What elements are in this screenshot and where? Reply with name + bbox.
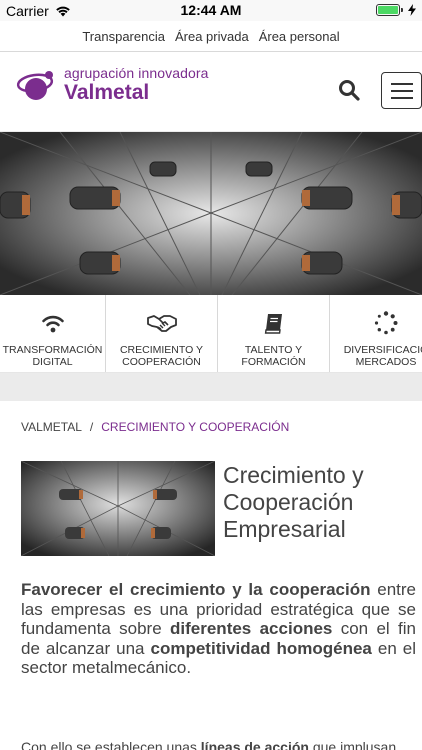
status-time: 12:44 AM	[180, 2, 242, 18]
article-intro: Favorecer el crecimiento y la cooperació…	[21, 580, 416, 678]
spinner-icon	[374, 311, 398, 335]
breadcrumb-home[interactable]: VALMETAL	[21, 420, 82, 434]
handshake-icon	[146, 315, 177, 332]
category-nav: TRANSFORMACIÓN DIGITAL CRECIMIENTO Y COO…	[0, 295, 422, 373]
site-logo[interactable]: agrupación innovadora Valmetal	[14, 66, 209, 103]
category-talento-formacion[interactable]: TALENTO Y FORMACIÓN	[218, 295, 330, 372]
body-text-1: Con ello se establecen unas	[21, 739, 201, 750]
category-label-line1: TRANSFORMACIÓN	[2, 344, 103, 356]
article-title: Crecimiento y Cooperación Empresarial	[223, 462, 364, 542]
category-label-line2: DIGITAL	[32, 356, 73, 368]
menu-line	[390, 82, 413, 85]
category-transformacion-digital[interactable]: TRANSFORMACIÓN DIGITAL	[0, 295, 106, 372]
link-area-personal[interactable]: Área personal	[259, 29, 340, 44]
charging-bolt-icon	[408, 4, 416, 16]
category-diversificacion-mercados[interactable]: DIVERSIFICACIÓ MERCADOS	[330, 295, 422, 372]
hamburger-menu-button[interactable]	[381, 72, 422, 109]
site-header: agrupación innovadora Valmetal	[0, 52, 422, 132]
category-label-line2: MERCADOS	[355, 356, 417, 368]
divider-band	[0, 373, 422, 401]
article-image	[21, 461, 215, 556]
category-label-line2: COOPERACIÓN	[122, 356, 201, 368]
battery-status	[376, 4, 416, 16]
link-transparencia[interactable]: Transparencia	[82, 29, 165, 44]
intro-bold-3: competitividad homogénea	[150, 638, 372, 658]
battery-icon	[376, 4, 403, 16]
search-icon	[339, 80, 360, 101]
category-label-line1: DIVERSIFICACIÓ	[343, 344, 422, 356]
breadcrumb: VALMETAL / CRECIMIENTO Y COOPERACIÓN	[21, 420, 289, 434]
breadcrumb-current: CRECIMIENTO Y COOPERACIÓN	[101, 420, 290, 434]
category-label-line1: TALENTO Y	[244, 344, 303, 356]
category-crecimiento-cooperacion[interactable]: CRECIMIENTO Y COOPERACIÓN	[106, 295, 218, 372]
article-body: Con ello se establecen unas líneas de ac…	[21, 738, 416, 750]
intro-bold-1: Favorecer el crecimiento y la cooperació…	[21, 580, 371, 599]
wifi-icon	[41, 315, 64, 333]
search-button[interactable]	[338, 79, 362, 103]
body-bold-1: líneas de acción	[200, 739, 309, 750]
menu-line	[390, 96, 413, 99]
logo-subtitle: agrupación innovadora	[64, 65, 209, 81]
logo-mark-icon	[16, 70, 54, 100]
category-label-line2: FORMACIÓN	[241, 356, 306, 368]
status-bar: Carrier 12:44 AM	[0, 0, 422, 21]
body-text-2: que implusan	[308, 739, 397, 750]
breadcrumb-separator: /	[89, 420, 94, 434]
category-label-line1: CRECIMIENTO Y	[119, 344, 204, 356]
hero-image	[0, 132, 422, 295]
book-icon	[264, 314, 282, 334]
logo-name: Valmetal	[64, 81, 150, 104]
top-links-bar: Transparencia Área privada Área personal	[0, 21, 422, 52]
intro-bold-2: diferentes acciones	[170, 619, 333, 638]
menu-line	[390, 89, 413, 92]
link-area-privada[interactable]: Área privada	[175, 29, 249, 44]
